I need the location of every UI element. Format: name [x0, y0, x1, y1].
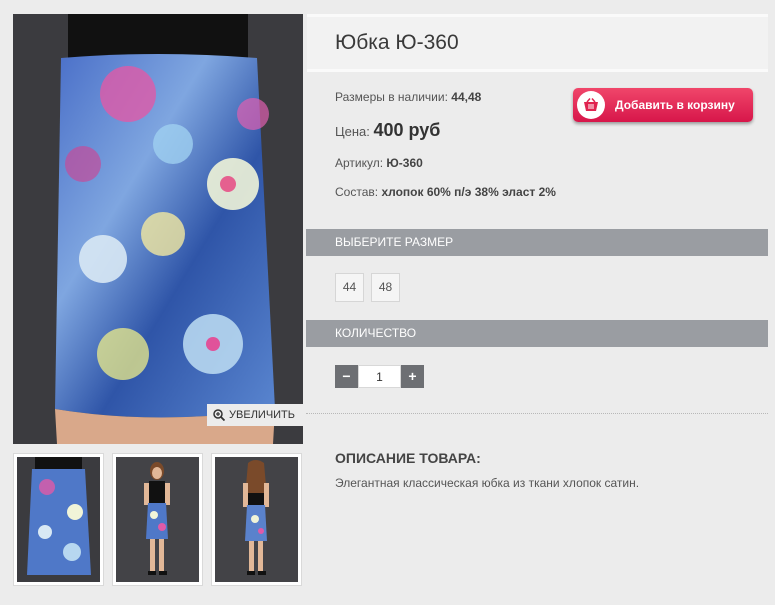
- quantity-section-header: КОЛИЧЕСТВО: [306, 320, 768, 347]
- quantity-decrease-button[interactable]: −: [335, 365, 358, 388]
- price-value: 400 руб: [373, 120, 441, 140]
- thumbnail-2[interactable]: [112, 453, 203, 586]
- skirt-photo: [13, 14, 303, 444]
- product-page: УВЕЛИЧИТЬ Юбка Ю-360 Размеры в наличии: …: [0, 0, 775, 605]
- add-to-cart-label: Добавить в корзину: [615, 98, 735, 112]
- sizes-available: Размеры в наличии: 44,48: [335, 90, 481, 104]
- price: Цена: 400 руб: [335, 120, 440, 141]
- main-product-image[interactable]: УВЕЛИЧИТЬ: [13, 14, 303, 444]
- composition-value: хлопок 60% п/э 38% эласт 2%: [381, 185, 556, 199]
- thumbnail-strip: [13, 453, 303, 589]
- thumbnail-1[interactable]: [13, 453, 104, 586]
- thumbnail-image: [17, 457, 100, 582]
- zoom-button[interactable]: УВЕЛИЧИТЬ: [207, 404, 303, 426]
- thumbnail-image: [215, 457, 298, 582]
- size-option-44[interactable]: 44: [335, 273, 364, 302]
- article: Артикул: Ю-360: [335, 156, 423, 170]
- quantity-increase-button[interactable]: +: [401, 365, 424, 388]
- product-title: Юбка Ю-360: [335, 31, 459, 54]
- description-text: Элегантная классическая юбка из ткани хл…: [335, 476, 640, 490]
- thumbnail-3[interactable]: [211, 453, 302, 586]
- composition: Состав: хлопок 60% п/э 38% эласт 2%: [335, 185, 565, 200]
- basket-icon: [577, 91, 605, 119]
- sizes-value: 44,48: [451, 90, 482, 104]
- article-label: Артикул:: [335, 156, 384, 170]
- size-option-48[interactable]: 48: [371, 273, 400, 302]
- sizes-label: Размеры в наличии:: [335, 90, 448, 104]
- article-value: Ю-360: [386, 156, 423, 170]
- divider: [306, 413, 768, 414]
- zoom-label: УВЕЛИЧИТЬ: [229, 409, 295, 421]
- composition-label: Состав:: [335, 185, 379, 199]
- size-section-header: ВЫБЕРИТЕ РАЗМЕР: [306, 229, 768, 256]
- description-title: ОПИСАНИЕ ТОВАРА:: [335, 450, 481, 466]
- price-label: Цена:: [335, 124, 370, 139]
- quantity-input[interactable]: [358, 365, 401, 388]
- thumbnail-image: [116, 457, 199, 582]
- add-to-cart-button[interactable]: Добавить в корзину: [573, 88, 753, 122]
- magnifier-plus-icon: [213, 409, 226, 421]
